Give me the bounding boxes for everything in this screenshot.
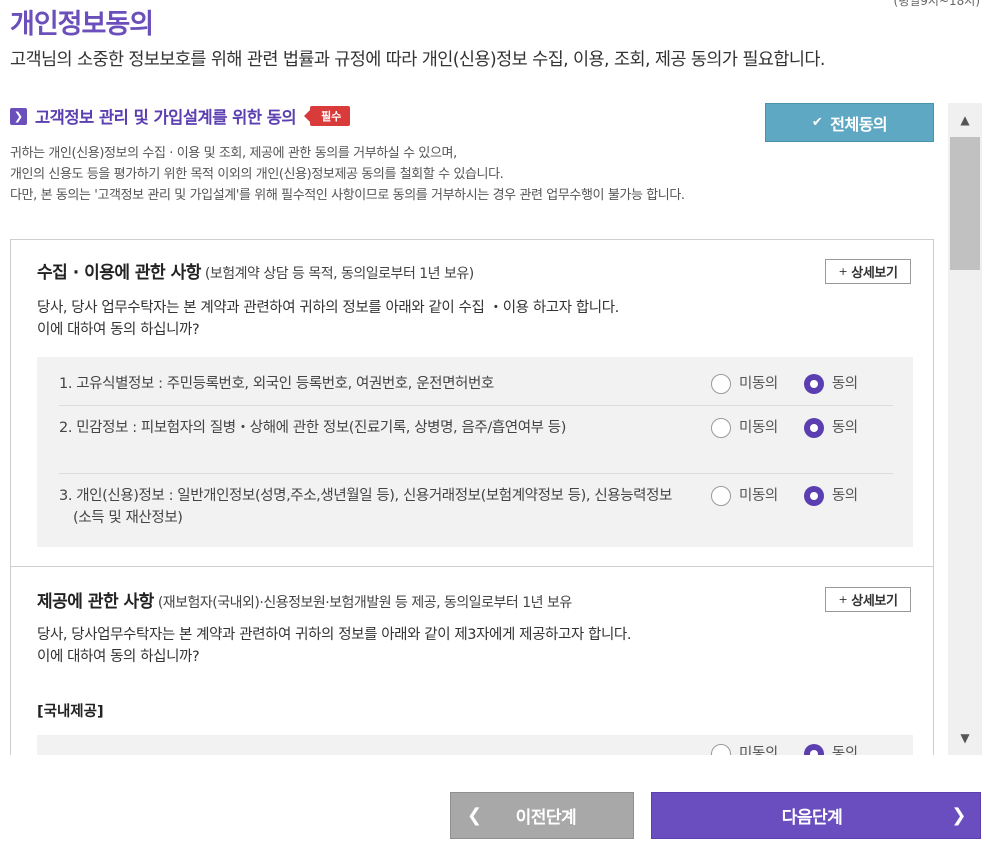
section-title: 고객정보 관리 및 가입설계를 위한 동의 [35,108,297,127]
disagree-radio[interactable]: 미동의 [711,485,778,507]
collection-subtitle: (보험계약 상담 등 목적, 동의일로부터 1년 보유) [204,266,474,282]
radio-on-icon [803,744,824,755]
desc-line: 이에 대하여 동의 하십니까? [37,322,200,338]
agree-radio[interactable]: 동의 [803,485,858,507]
chevron-left-icon: ❮ [467,805,482,826]
collection-title: 수집 · 이용에 관한 사항 (보험계약 상담 등 목적, 동의일로부터 1년 보… [37,258,474,283]
provision-block: 제공에 관한 사항 (재보험자(국내외)·신용정보원·보험개발원 등 제공, 동의… [10,567,934,755]
agree-radio[interactable]: 동의 [803,417,858,439]
scrollbar-thumb[interactable] [950,137,980,270]
item-divider [59,473,893,474]
desc-line: 당사, 당사업무수탁자는 본 계약과 관련하여 귀하의 정보를 아래와 같이 제… [37,627,632,643]
consent-item-text: 1. 고유식별정보 : 주민등록번호, 외국인 등록번호, 여권번호, 운전면허… [59,376,494,392]
consent-item-text: 2. 민감정보 : 피보험자의 질병・상해에 관한 정보(진료기록, 상병명, … [59,420,566,436]
next-step-label: 다음단계 [781,808,843,828]
detail-label: 상세보기 [851,266,898,281]
radio-on-icon [803,374,824,394]
provision-items-box: 미동의 동의 [37,735,913,755]
business-hours-note: (평일9시~18시) [893,0,980,8]
provision-subtitle: (재보험자(국내외)·신용정보원·보험개발원 등 제공, 동의일로부터 1년 보… [157,595,572,611]
arrow-down-icon[interactable]: ▼ [948,721,982,755]
arrow-up-icon[interactable]: ▲ [948,103,982,137]
agree-radio[interactable]: 동의 [803,373,858,395]
next-step-button[interactable]: 다음단계 ❯ [651,792,981,839]
collection-block: 수집 · 이용에 관한 사항 (보험계약 상담 등 목적, 동의일로부터 1년 보… [10,240,934,567]
collection-items-box: 1. 고유식별정보 : 주민등록번호, 외국인 등록번호, 여권번호, 운전면허… [37,357,913,547]
desc-line: 이에 대하여 동의 하십니까? [37,649,200,665]
collection-description: 당사, 당사 업무수탁자는 본 계약과 관련하여 귀하의 정보를 아래와 같이 … [37,297,619,341]
radio-on-icon [803,486,824,506]
page-title: 개인정보동의 [10,9,154,40]
provision-title-text: 제공에 관한 사항 [37,592,154,612]
consent-scroll-area[interactable]: 수집 · 이용에 관한 사항 (보험계약 상담 등 목적, 동의일로부터 1년 보… [10,239,934,755]
radio-off-icon [711,418,731,438]
consent-notice: 귀하는 개인(신용)정보의 수집 · 이용 및 조회, 제공에 관한 동의를 거… [10,143,685,206]
item-divider [59,405,893,406]
collection-title-text: 수집 · 이용에 관한 사항 [37,263,201,283]
vertical-scrollbar[interactable]: ▲ ▼ [948,103,982,755]
radio-on-icon [803,418,824,438]
radio-off-icon [711,486,731,506]
page-subtitle: 고객님의 소중한 정보보호를 위해 관련 법률과 규정에 따라 개인(신용)정보… [10,50,825,70]
notice-line: 다만, 본 동의는 '고객정보 관리 및 가입설계'를 위해 필수적인 사항이므… [10,188,685,203]
plus-icon: + [838,593,848,606]
previous-step-button[interactable]: ❮ 이전단계 [450,792,634,839]
provision-description: 당사, 당사업무수탁자는 본 계약과 관련하여 귀하의 정보를 아래와 같이 제… [37,624,631,668]
consent-item-text: 3. 개인(신용)정보 : 일반개인정보(성명,주소,생년월일 등), 신용거래… [59,488,672,526]
collection-detail-button[interactable]: + 상세보기 [825,259,911,284]
consent-radio-group: 미동의 동의 [711,485,858,507]
desc-line: 당사, 당사 업무수탁자는 본 계약과 관련하여 귀하의 정보를 아래와 같이 … [37,300,619,316]
detail-label: 상세보기 [851,594,898,609]
consent-radio-group: 미동의 동의 [711,417,858,439]
notice-line: 귀하는 개인(신용)정보의 수집 · 이용 및 조회, 제공에 관한 동의를 거… [10,146,457,161]
notice-line: 개인의 신용도 등을 평가하기 위한 목적 이외의 개인(신용)정보제공 동의를… [10,167,504,182]
disagree-radio[interactable]: 미동의 [711,417,778,439]
chevron-right-icon: ❯ [951,805,966,826]
provision-title: 제공에 관한 사항 (재보험자(국내외)·신용정보원·보험개발원 등 제공, 동의… [37,587,572,612]
radio-off-icon [711,374,731,394]
agree-all-button[interactable]: ✔ 전체동의 [765,103,934,142]
disagree-radio[interactable]: 미동의 [711,743,778,755]
checkmark-icon: ✔ [811,115,823,130]
section-header: ❯ 고객정보 관리 및 가입설계를 위한 동의 필수 [10,104,351,128]
required-badge: 필수 [304,106,351,126]
consent-radio-group: 미동의 동의 [711,373,858,395]
agree-all-label: 전체동의 [830,114,888,134]
consent-radio-group: 미동의 동의 [711,743,858,755]
radio-off-icon [711,744,731,755]
agree-radio[interactable]: 동의 [803,743,858,755]
disagree-radio[interactable]: 미동의 [711,373,778,395]
chevron-right-icon: ❯ [10,107,27,125]
previous-step-label: 이전단계 [515,808,577,828]
provision-detail-button[interactable]: + 상세보기 [825,587,911,612]
plus-icon: + [838,265,848,278]
domestic-provision-label: [국내제공] [37,704,104,720]
